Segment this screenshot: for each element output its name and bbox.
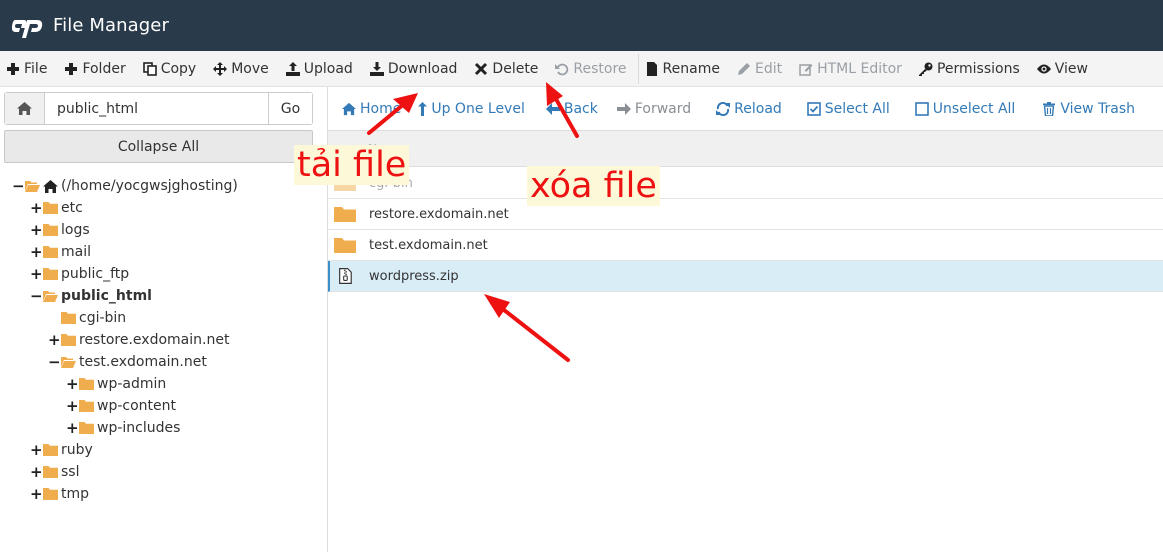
delete-annotation: xóa file (527, 166, 660, 207)
annotation-arrows (367, 82, 579, 362)
arrowhead (484, 294, 510, 318)
arrowhead (546, 82, 563, 106)
download-annotation: tải file (294, 145, 410, 186)
